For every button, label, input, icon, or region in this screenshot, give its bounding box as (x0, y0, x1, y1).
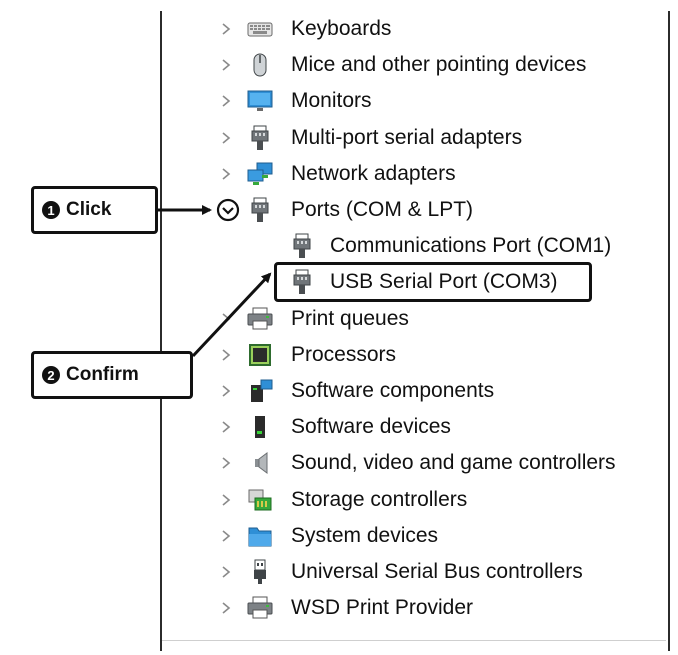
confirm-arrow (191, 272, 272, 358)
callout-arrows (158, 205, 272, 358)
